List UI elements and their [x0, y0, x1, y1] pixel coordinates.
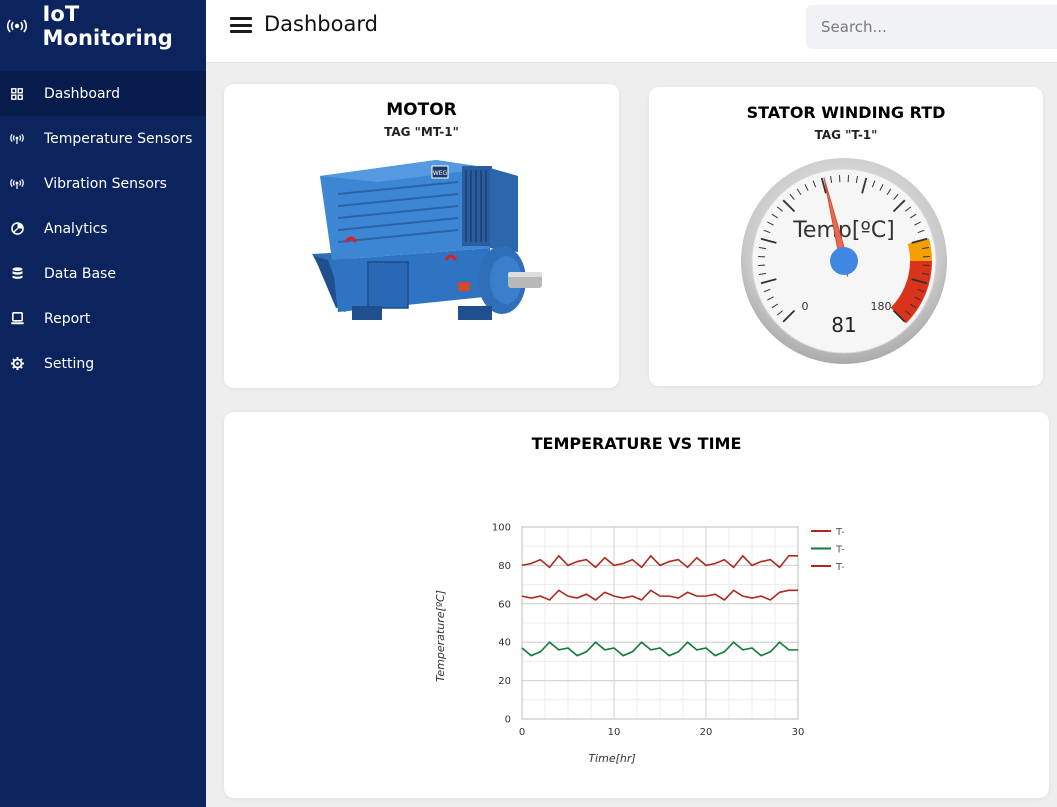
- motor-card-title: MOTOR: [386, 100, 457, 120]
- chart-x-axis-title: Time[hr]: [588, 752, 635, 765]
- sidebar-item-report[interactable]: Report: [0, 296, 206, 341]
- gauge-label: Temp[ºC]: [792, 218, 895, 243]
- hamburger-menu-icon[interactable]: [230, 15, 252, 35]
- sidebar-nav: Dashboard Temperature Sensors Vibration …: [0, 71, 206, 386]
- chart-y-tick-label: 100: [492, 523, 511, 534]
- chart-y-tick-label: 80: [498, 561, 511, 572]
- sidebar-item-label: Vibration Sensors: [44, 175, 167, 192]
- sidebar-item-label: Report: [44, 310, 91, 327]
- weg-logo: WEG: [433, 170, 448, 177]
- sidebar-item-database[interactable]: Data Base: [0, 251, 206, 296]
- chart-legend-label: T-4: [835, 545, 844, 556]
- motor-tag: TAG "MT-1": [384, 125, 459, 139]
- app-title: IoT Monitoring: [42, 2, 173, 50]
- sidebar-item-label: Temperature Sensors: [44, 130, 193, 147]
- sensor-icon: [10, 132, 24, 146]
- gauge-hub: [830, 247, 858, 275]
- chart-legend-label: T-6: [835, 562, 844, 573]
- grid-icon: [10, 87, 24, 101]
- chart-card-title: TEMPERATURE VS TIME: [531, 434, 742, 453]
- brand[interactable]: IoT Monitoring: [0, 0, 206, 52]
- motor-image: WEG: [312, 160, 542, 320]
- chart-y-tick-label: 40: [498, 638, 511, 649]
- sidebar-item-setting[interactable]: Setting: [0, 341, 206, 386]
- temperature-gauge: Temp[ºC] 0 180 81: [741, 158, 947, 364]
- gauge-value: 81: [831, 313, 856, 337]
- topbar: Dashboard: [206, 0, 1057, 63]
- sidebar-item-label: Analytics: [44, 220, 108, 237]
- chart-y-tick-label: 60: [498, 599, 511, 610]
- laptop-icon: [10, 312, 24, 326]
- chart-card: TEMPERATURE VS TIME 0 10 20 30 0 20 40 60 80 100 …: [224, 412, 1049, 798]
- chart-y-axis-title: Temperature[ºC]: [434, 590, 447, 682]
- page-title: Dashboard: [264, 12, 378, 36]
- gauge-min-label: 0: [802, 300, 809, 313]
- sidebar-item-dashboard[interactable]: Dashboard: [0, 71, 206, 116]
- gauge-card: STATOR WINDING RTD TAG "T-1" Temp[ºC] 0 …: [649, 87, 1043, 386]
- temperature-line-chart: 0 10 20 30 0 20 40 60 80 100 T-1 T-4 T-6 Time[hr] T…: [434, 523, 844, 766]
- gauge-max-label: 180: [871, 300, 892, 313]
- sidebar-item-temperature-sensors[interactable]: Temperature Sensors: [0, 116, 206, 161]
- search-input[interactable]: [806, 5, 1057, 49]
- pie-chart-icon: [10, 222, 24, 236]
- gauge-tag: TAG "T-1": [814, 128, 878, 142]
- sidebar-item-label: Setting: [44, 355, 95, 372]
- sensor-icon: [10, 177, 24, 191]
- chart-y-tick-label: 0: [505, 715, 511, 726]
- chart-x-tick-label: 10: [608, 727, 621, 738]
- broadcast-icon: [6, 16, 28, 36]
- chart-x-tick-label: 20: [700, 727, 713, 738]
- sidebar-item-vibration-sensors[interactable]: Vibration Sensors: [0, 161, 206, 206]
- gear-icon: [10, 357, 24, 371]
- sidebar-item-label: Data Base: [44, 265, 116, 282]
- sidebar-item-analytics[interactable]: Analytics: [0, 206, 206, 251]
- motor-card: MOTOR TAG "MT-1" WEG: [224, 84, 619, 388]
- chart-x-tick-label: 0: [519, 727, 525, 738]
- sidebar-item-label: Dashboard: [44, 85, 120, 102]
- sidebar: IoT Monitoring Dashboard Temperature Sen…: [0, 0, 206, 807]
- gauge-card-title: STATOR WINDING RTD: [746, 103, 946, 122]
- chart-x-tick-label: 30: [792, 727, 805, 738]
- database-icon: [10, 267, 24, 281]
- chart-legend-label: T-1: [835, 527, 844, 538]
- chart-y-tick-label: 20: [498, 676, 511, 687]
